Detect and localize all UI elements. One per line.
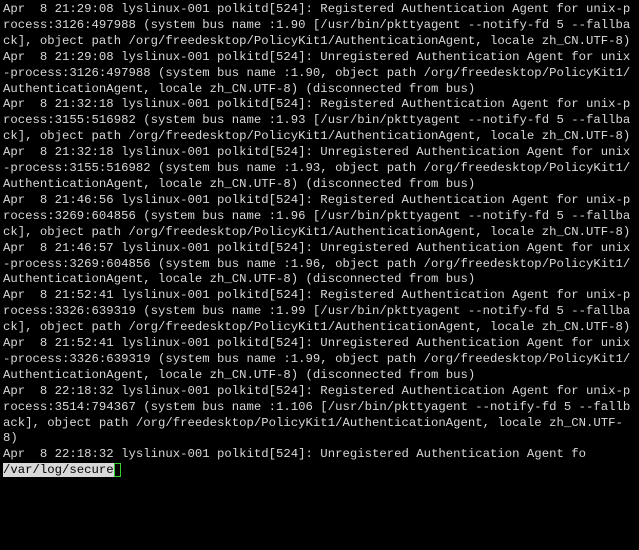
cursor-icon <box>114 463 121 477</box>
status-filename: /var/log/secure <box>3 463 114 477</box>
log-line: Apr 8 21:52:41 lyslinux-001 polkitd[524]… <box>3 288 630 334</box>
log-line: Apr 8 21:32:18 lyslinux-001 polkitd[524]… <box>3 145 630 191</box>
log-line: Apr 8 21:46:57 lyslinux-001 polkitd[524]… <box>3 241 630 287</box>
terminal-viewport[interactable]: Apr 8 21:29:08 lyslinux-001 polkitd[524]… <box>0 0 639 481</box>
log-line: Apr 8 21:52:41 lyslinux-001 polkitd[524]… <box>3 336 630 382</box>
log-line: Apr 8 21:32:18 lyslinux-001 polkitd[524]… <box>3 97 630 143</box>
log-line: Apr 8 22:18:32 lyslinux-001 polkitd[524]… <box>3 447 586 461</box>
log-line: Apr 8 21:29:08 lyslinux-001 polkitd[524]… <box>3 50 630 96</box>
log-line: Apr 8 21:46:56 lyslinux-001 polkitd[524]… <box>3 193 630 239</box>
log-line: Apr 8 22:18:32 lyslinux-001 polkitd[524]… <box>3 384 630 446</box>
log-line: Apr 8 21:29:08 lyslinux-001 polkitd[524]… <box>3 2 630 48</box>
